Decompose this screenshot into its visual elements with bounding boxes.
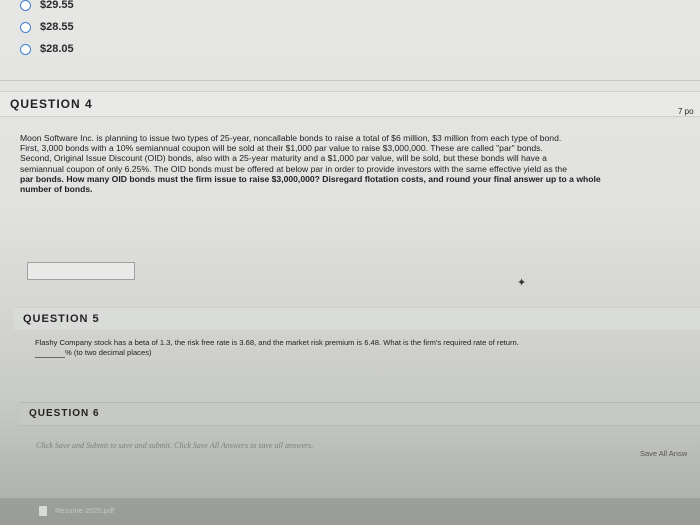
option-label: $28.05: [40, 43, 74, 55]
footer-instructions: Click Save and Submit to save and submit…: [36, 441, 314, 450]
question-5-title: QUESTION 5: [23, 313, 100, 325]
question-4-header: QUESTION 4 7 po: [0, 91, 700, 117]
question-5-answer-input[interactable]: [35, 349, 65, 359]
previous-question-options: $29.55 $28.55 $28.05: [20, 0, 320, 60]
question-5-text: Flashy Company stock has a beta of 1.3, …: [35, 338, 685, 359]
download-bar: Resume 2020.pdf: [0, 498, 700, 525]
question-6-title: QUESTION 6: [29, 408, 100, 419]
question-4-line-3: Second, Original Issue Discount (OID) bo…: [20, 153, 547, 164]
option-label: $28.55: [40, 21, 74, 33]
radio-button[interactable]: [20, 43, 31, 55]
option-2[interactable]: $28.55: [20, 16, 320, 38]
question-4-line-1: Moon Software Inc. is planning to issue …: [20, 133, 562, 143]
question-4-line-2: First, 3,000 bonds with a 10% semiannual…: [20, 143, 543, 154]
question-6-header: QUESTION 6: [20, 402, 700, 426]
question-4-line-4: semiannual coupon of only 6.25%. The OID…: [20, 163, 567, 174]
divider: [0, 80, 700, 81]
option-3[interactable]: $28.05: [20, 38, 320, 60]
question-5-line-1: Flashy Company stock has a beta of 1.3, …: [35, 338, 519, 347]
question-4-line-6: number of bonds.: [20, 184, 93, 195]
radio-button[interactable]: [20, 0, 31, 11]
option-1[interactable]: $29.55: [20, 0, 320, 16]
pdf-file-icon[interactable]: [39, 506, 47, 516]
question-4-text: Moon Software Inc. is planning to issue …: [20, 133, 690, 194]
save-all-answers-button[interactable]: Save All Answ: [640, 449, 687, 458]
question-4-points: 7 po: [678, 107, 694, 116]
question-5-answer-row: % (to two decimal places): [35, 348, 685, 359]
download-file-name[interactable]: Resume 2020.pdf: [55, 506, 114, 515]
question-5-line-2: % (to two decimal places): [65, 348, 152, 358]
question-4-line-5: par bonds. How many OID bonds must the f…: [20, 173, 601, 184]
question-4-title: QUESTION 4: [10, 97, 93, 111]
question-5-header: QUESTION 5: [14, 307, 700, 331]
radio-button[interactable]: [20, 21, 31, 33]
cursor-icon: ✦: [517, 277, 527, 289]
question-4-answer-input[interactable]: [27, 262, 135, 280]
option-label: $29.55: [40, 0, 74, 11]
